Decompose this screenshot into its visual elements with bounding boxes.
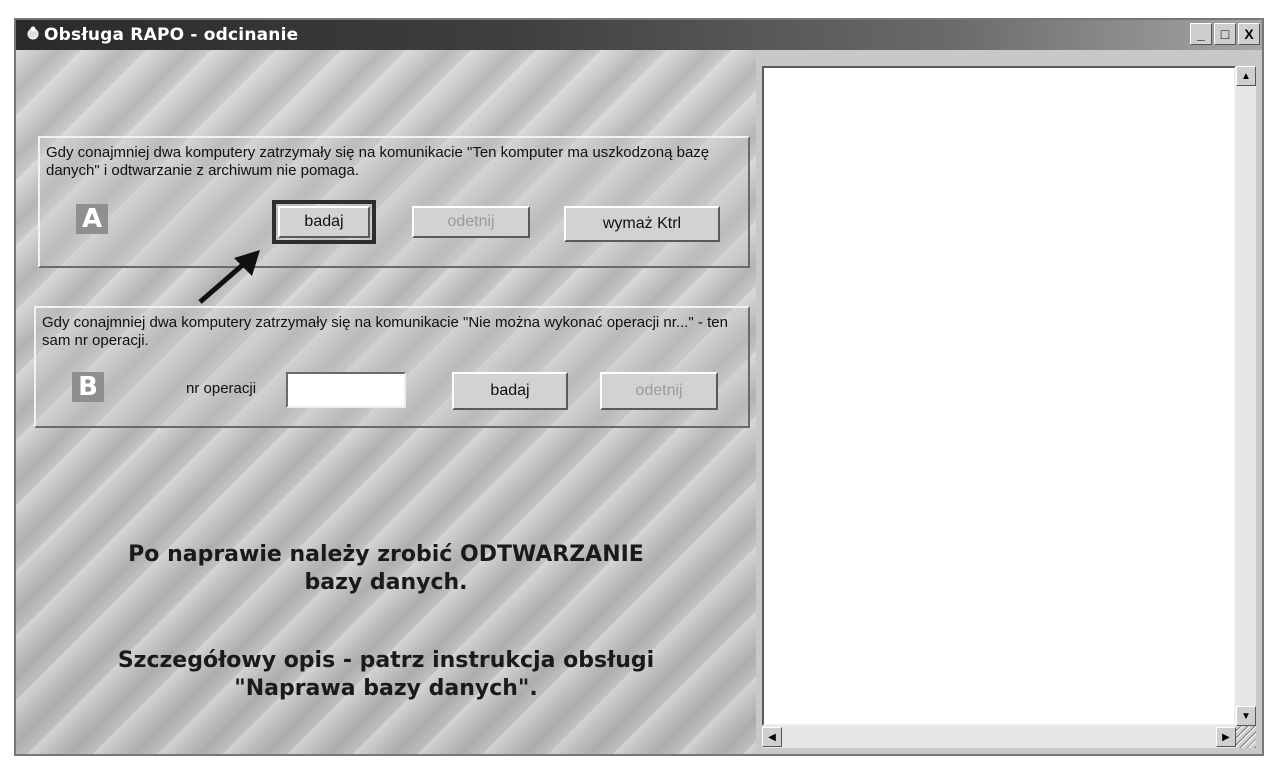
note-line-1: Po naprawie należy zrobić ODTWARZANIE	[128, 542, 644, 567]
window-title: Obsługa RAPO - odcinanie	[44, 25, 299, 45]
section-a-description: Gdy conajmniej dwa komputery zatrzymały …	[46, 144, 710, 179]
section-a-wymaz-button[interactable]: wymaż Ktrl	[564, 206, 720, 242]
log-textarea[interactable]	[762, 66, 1236, 726]
scroll-right-icon[interactable]: ▶	[1216, 727, 1236, 747]
app-icon	[27, 26, 39, 40]
section-a-badaj-button[interactable]: badaj	[272, 200, 376, 244]
note-line-4: "Naprawa bazy danych".	[234, 676, 538, 701]
section-b-odetnij-button[interactable]: odetnij	[600, 372, 718, 410]
section-b-letter: B	[72, 372, 104, 402]
operation-number-label: nr operacji	[186, 380, 257, 397]
scroll-up-icon[interactable]: ▲	[1236, 66, 1256, 86]
section-b-description: Gdy conajmniej dwa komputery zatrzymały …	[42, 314, 728, 349]
form-area: Gdy conajmniej dwa komputery zatrzymały …	[16, 50, 756, 754]
close-button[interactable]: X	[1238, 23, 1260, 45]
section-a-letter: A	[76, 204, 108, 234]
section-a-group: Gdy conajmniej dwa komputery zatrzymały …	[38, 136, 750, 268]
note-line-2: bazy danych.	[304, 570, 468, 595]
section-b-group: Gdy conajmniej dwa komputery zatrzymały …	[34, 306, 750, 428]
scroll-down-icon[interactable]: ▼	[1236, 706, 1256, 726]
pointer-arrow-icon	[198, 250, 260, 304]
operation-number-input[interactable]	[286, 372, 406, 408]
resize-grip[interactable]	[1236, 726, 1256, 748]
maximize-button[interactable]: □	[1214, 23, 1236, 45]
horizontal-scrollbar[interactable]: ◀ ▶	[762, 726, 1236, 748]
minimize-button[interactable]: _	[1190, 23, 1212, 45]
section-a-odetnij-button[interactable]: odetnij	[412, 206, 530, 238]
note-line-3: Szczegółowy opis - patrz instrukcja obsł…	[117, 648, 655, 673]
scroll-left-icon[interactable]: ◀	[762, 727, 782, 747]
vertical-scrollbar[interactable]: ▲ ▼	[1236, 66, 1256, 726]
title-bar[interactable]: Obsługa RAPO - odcinanie _ □ X	[16, 20, 1262, 50]
section-b-badaj-button[interactable]: badaj	[452, 372, 568, 410]
